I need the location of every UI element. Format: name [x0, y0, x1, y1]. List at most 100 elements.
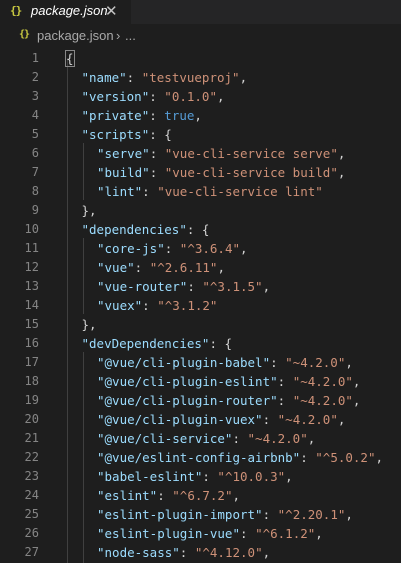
code-token-p: ,	[337, 165, 346, 180]
code-text: "eslint": "^6.7.2",	[97, 486, 240, 505]
code-token-key: "build"	[97, 165, 150, 180]
code-text: "eslint-plugin-vue": "^6.1.2",	[97, 524, 323, 543]
code-line[interactable]: 13 "vue-router": "^3.1.5",	[0, 277, 401, 296]
code-token-p: ,	[262, 279, 271, 294]
code-line[interactable]: 12 "vue": "^2.6.11",	[0, 258, 401, 277]
code-line[interactable]: 16 "devDependencies": {	[0, 334, 401, 353]
code-line[interactable]: 17 "@vue/cli-plugin-babel": "~4.2.0",	[0, 353, 401, 372]
code-line[interactable]: 15},	[0, 315, 401, 334]
code-text: "build": "vue-cli-service build",	[97, 163, 345, 182]
code-token-p: ,	[240, 241, 248, 256]
code-token-key: "@vue/cli-plugin-vuex"	[97, 412, 263, 427]
code-token-str: "^3.1.5"	[202, 279, 263, 294]
code-line[interactable]: 11 "core-js": "^3.6.4",	[0, 239, 401, 258]
code-line[interactable]: 7 "build": "vue-cli-service build",	[0, 163, 401, 182]
code-token-p: :	[142, 298, 158, 313]
code-token-str: "^6.1.2"	[255, 526, 316, 541]
code-line[interactable]: 23 "babel-eslint": "^10.0.3",	[0, 467, 401, 486]
code-token-key: "@vue/cli-plugin-babel"	[97, 355, 271, 370]
code-line[interactable]: 20 "@vue/cli-plugin-vuex": "~4.2.0",	[0, 410, 401, 429]
code-line[interactable]: 18 "@vue/cli-plugin-eslint": "~4.2.0",	[0, 372, 401, 391]
code-token-p: ,	[352, 393, 361, 408]
code-line[interactable]: 24 "eslint": "^6.7.2",	[0, 486, 401, 505]
code-text: },	[82, 201, 97, 220]
code-token-p: ,	[232, 488, 241, 503]
code-text: },	[82, 315, 97, 334]
code-token-key: "name"	[81, 70, 127, 85]
code-token-key: "node-sass"	[97, 545, 180, 560]
code-text: "@vue/cli-plugin-vuex": "~4.2.0",	[97, 410, 345, 429]
code-line[interactable]: 21 "@vue/cli-service": "~4.2.0",	[0, 429, 401, 448]
line-number: 16	[24, 336, 39, 350]
line-number: 17	[24, 355, 39, 369]
line-number: 9	[31, 203, 39, 217]
code-token-p: ,	[239, 70, 248, 85]
code-line[interactable]: 9},	[0, 201, 401, 220]
code-token-key: "version"	[81, 89, 150, 104]
code-token-str: "~4.2.0"	[292, 393, 353, 408]
code-token-str: "^5.0.2"	[315, 450, 376, 465]
code-text: {	[65, 49, 75, 68]
code-line[interactable]: 26 "eslint-plugin-vue": "^6.1.2",	[0, 524, 401, 543]
code-line[interactable]: 22 "@vue/eslint-config-airbnb": "^5.0.2",	[0, 448, 401, 467]
code-line[interactable]: 10 "dependencies": {	[0, 220, 401, 239]
code-text: "vuex": "^3.1.2"	[97, 296, 217, 315]
code-token-p: ,	[315, 526, 323, 541]
code-editor[interactable]: 1{2 "name": "testvueproj", 3 "version": "0.…	[0, 48, 401, 563]
code-line[interactable]: 2 "name": "testvueproj",	[0, 68, 401, 87]
code-token-key: "@vue/eslint-config-airbnb"	[97, 450, 301, 465]
code-token-p: ,	[217, 260, 225, 275]
code-token-p: :	[240, 526, 256, 541]
code-token-key: "private"	[81, 108, 150, 123]
chevron-right-icon: ›	[116, 28, 121, 43]
code-token-str: "^4.12.0"	[194, 545, 263, 560]
code-line[interactable]: 19 "@vue/cli-plugin-router": "~4.2.0",	[0, 391, 401, 410]
json-file-icon: {}	[10, 4, 22, 17]
tab-label: package.json	[31, 3, 108, 18]
code-token-str: "~4.2.0"	[285, 355, 346, 370]
code-token-p: :	[202, 469, 218, 484]
code-line[interactable]: 27 "node-sass": "^4.12.0",	[0, 543, 401, 562]
editor-tab-bar: {} package.json ✕	[0, 0, 401, 24]
code-token-key: "@vue/cli-plugin-router"	[97, 393, 278, 408]
code-token-p: ,	[262, 545, 271, 560]
code-line[interactable]: 14 "vuex": "^3.1.2"	[0, 296, 401, 315]
code-line[interactable]: 1{	[0, 49, 401, 68]
code-line[interactable]: 3 "version": "0.1.0",	[0, 87, 401, 106]
close-icon[interactable]: ✕	[105, 2, 118, 20]
code-text: "devDependencies": {	[82, 334, 233, 353]
line-number: 27	[24, 545, 39, 559]
code-token-p: ,	[194, 108, 202, 123]
code-token-p: ,	[337, 146, 346, 161]
code-token-p: :	[300, 450, 316, 465]
code-token-key: "serve"	[97, 146, 150, 161]
line-number: 10	[24, 222, 39, 236]
code-text: "version": "0.1.0",	[82, 87, 225, 106]
code-line[interactable]: 5 "scripts": {	[0, 125, 401, 144]
line-number: 7	[31, 165, 39, 179]
code-token-p: },	[81, 317, 97, 332]
code-token-str: "^6.7.2"	[172, 488, 233, 503]
breadcrumb-file[interactable]: package.json	[37, 28, 114, 43]
code-line[interactable]: 4 "private": true,	[0, 106, 401, 125]
code-token-p: :	[149, 146, 165, 161]
code-token-p: :	[270, 355, 286, 370]
line-number: 19	[24, 393, 39, 407]
tab-package-json[interactable]: {} package.json ✕	[0, 0, 131, 24]
code-token-str: "~4.2.0"	[292, 374, 353, 389]
line-number: 2	[31, 70, 39, 84]
code-line[interactable]: 8 "lint": "vue-cli-service lint"	[0, 182, 401, 201]
line-number: 4	[31, 108, 39, 122]
code-token-str: "^2.20.1"	[277, 507, 346, 522]
code-line[interactable]: 25 "eslint-plugin-import": "^2.20.1",	[0, 505, 401, 524]
line-number: 11	[24, 241, 39, 255]
code-token-p: :	[179, 545, 195, 560]
code-token-p: ,	[345, 355, 353, 370]
line-number: 25	[24, 507, 39, 521]
code-token-str: "~4.2.0"	[277, 412, 338, 427]
breadcrumb-more[interactable]: ...	[125, 28, 136, 43]
code-token-key: "scripts"	[81, 127, 150, 142]
code-token-brace-hl: {	[65, 50, 75, 67]
code-token-p: },	[81, 203, 97, 218]
code-line[interactable]: 6 "serve": "vue-cli-service serve",	[0, 144, 401, 163]
